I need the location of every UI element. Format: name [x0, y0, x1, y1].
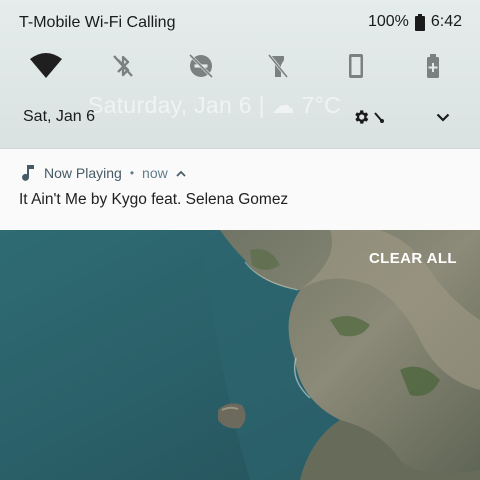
- wifi-tile[interactable]: [28, 48, 64, 84]
- notification-text: It Ain't Me by Kygo feat. Selena Gomez: [19, 191, 289, 208]
- battery-saver-tile[interactable]: [415, 48, 451, 84]
- status-right-group: 100% 6:42: [368, 13, 462, 31]
- clear-all-button[interactable]: CLEAR ALL: [369, 250, 457, 267]
- bluetooth-tile[interactable]: [105, 48, 141, 84]
- quick-settings-tiles: [0, 48, 480, 84]
- wrench-icon: [374, 112, 384, 123]
- notification-header: Now Playing • now: [20, 163, 186, 183]
- flashlight-tile[interactable]: [260, 48, 296, 84]
- flashlight-off-icon: [267, 54, 289, 78]
- gear-icon: [355, 110, 369, 124]
- clock: 6:42: [430, 13, 462, 30]
- date-label[interactable]: Sat, Jan 6: [23, 108, 95, 126]
- notification-time: now: [142, 165, 168, 181]
- music-note-icon: [22, 165, 34, 181]
- battery-icon: [414, 13, 425, 31]
- expand-quick-settings-button[interactable]: [432, 106, 454, 128]
- settings-button[interactable]: [352, 106, 392, 128]
- auto-rotate-tile[interactable]: [338, 48, 374, 84]
- battery-saver-icon: [427, 54, 439, 78]
- quick-settings-shade: Saturday, Jan 6 | ☁ 7°C T-Mobile Wi-Fi C…: [0, 0, 480, 148]
- chevron-down-icon: [436, 113, 450, 122]
- notification-separator: •: [129, 166, 135, 180]
- wifi-icon: [30, 53, 62, 78]
- status-bar: T-Mobile Wi-Fi Calling 100% 6:42: [0, 0, 480, 46]
- carrier-label: T-Mobile Wi-Fi Calling: [19, 14, 176, 31]
- date-row: Sat, Jan 6: [0, 100, 480, 134]
- auto-rotate-icon: [349, 54, 363, 78]
- battery-percent: 100%: [367, 13, 409, 30]
- now-playing-notification[interactable]: Now Playing • now It Ain't Me by Kygo fe…: [0, 148, 480, 231]
- chevron-up-icon[interactable]: [176, 170, 186, 177]
- do-not-disturb-tile[interactable]: [183, 48, 219, 84]
- notification-app-name: Now Playing: [44, 165, 122, 181]
- do-not-disturb-off-icon: [188, 53, 214, 79]
- bluetooth-off-icon: [113, 55, 133, 77]
- coastline-wallpaper-image: [0, 230, 480, 480]
- wallpaper: CLEAR ALL: [0, 230, 480, 480]
